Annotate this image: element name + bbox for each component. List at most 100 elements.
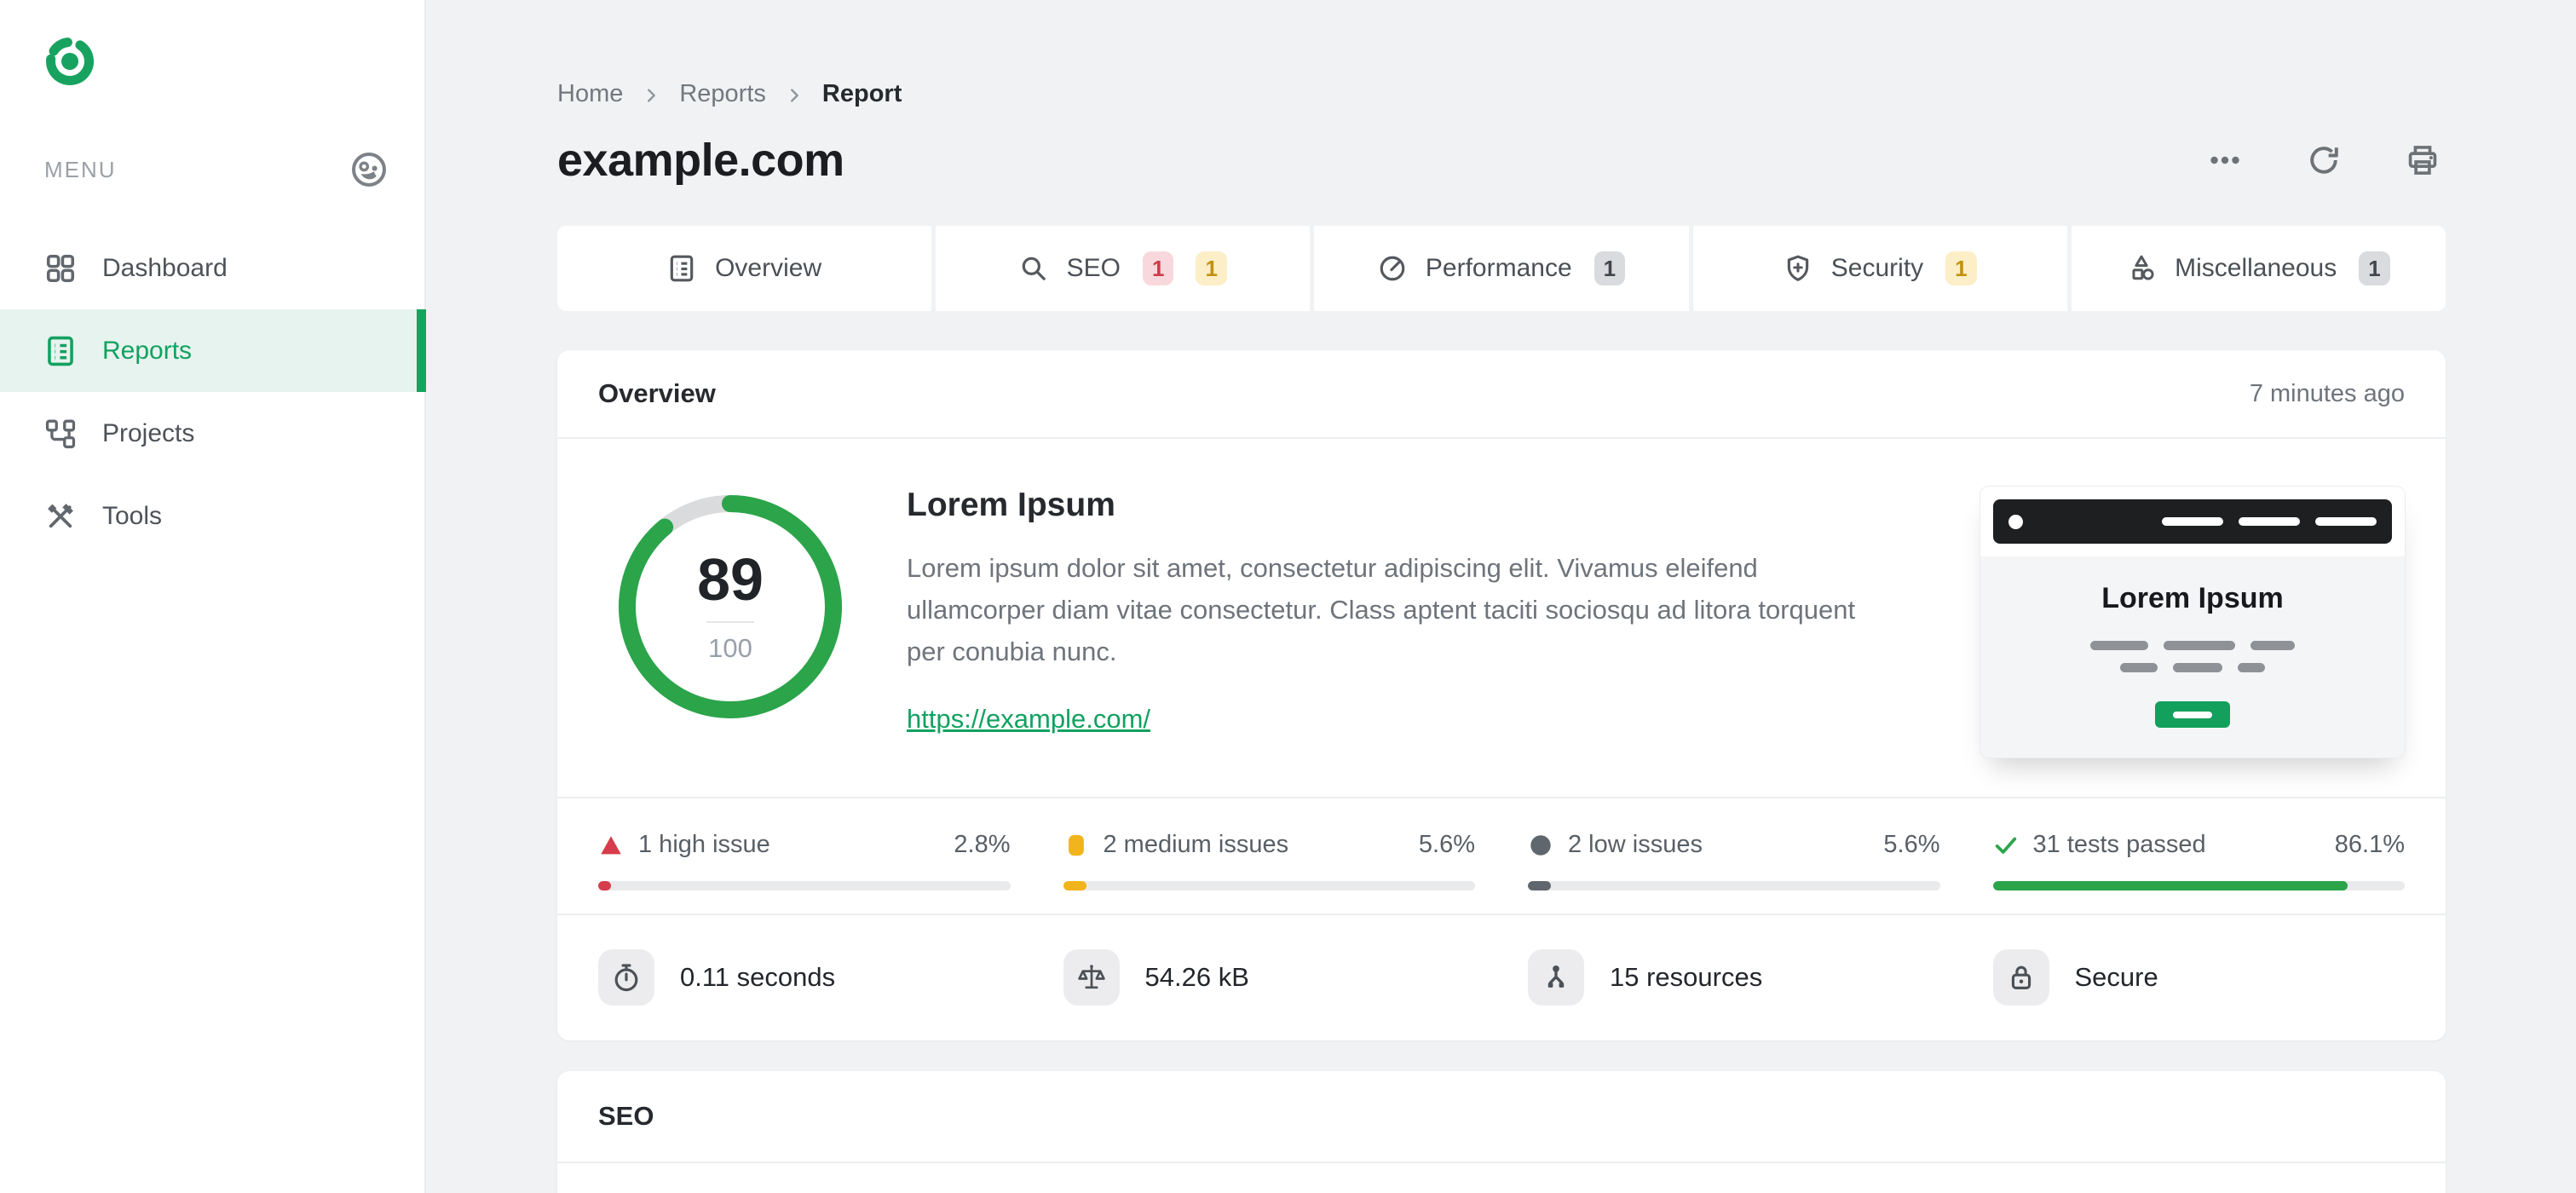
stat-label: 2 low issues (1568, 831, 1703, 858)
tab-overview[interactable]: Overview (557, 226, 932, 311)
tab-label: Overview (715, 254, 822, 282)
medium-issues-badge: 1 (1196, 251, 1227, 285)
stat-progress-fill (1528, 881, 1552, 890)
metric-load-time: 0.11 seconds (598, 949, 1011, 1006)
report-timestamp: 7 minutes ago (2249, 379, 2405, 407)
sidebar-toggle-button[interactable] (349, 150, 389, 189)
metric-resources: 15 resources (1528, 949, 1940, 1006)
score-total: 100 (708, 633, 752, 663)
stat-percent: 5.6% (1883, 831, 1940, 858)
page-title: example.com (557, 135, 844, 186)
passed-check-icon (1993, 833, 2019, 858)
stat-medium-issues: 2 medium issues 5.6% (1063, 831, 1475, 890)
stat-percent: 2.8% (954, 831, 1011, 858)
tab-miscellaneous[interactable]: Miscellaneous 1 (2071, 226, 2446, 311)
tab-seo[interactable]: SEO 1 1 (936, 226, 1311, 311)
metric-security: Secure (1992, 949, 2406, 1006)
tab-label: Miscellaneous (2175, 254, 2337, 282)
gauge-icon (1378, 254, 1407, 283)
sidebar: MENU Dashboard Reports Projects Tools (0, 0, 426, 1193)
print-button[interactable] (2400, 137, 2446, 183)
breadcrumb-home[interactable]: Home (557, 80, 623, 108)
report-tabs: Overview SEO 1 1 Performance 1 Security … (557, 226, 2446, 311)
stat-label: 31 tests passed (2032, 831, 2206, 858)
stat-tests-passed: 31 tests passed 86.1% (1992, 831, 2405, 890)
tools-icon (44, 500, 77, 533)
shield-icon (1784, 254, 1812, 283)
sidebar-item-projects[interactable]: Projects (0, 392, 424, 475)
more-icon (2207, 142, 2243, 178)
stat-progress-fill (1992, 881, 2348, 890)
projects-flow-icon (44, 418, 77, 450)
sidebar-item-label: Reports (102, 336, 193, 365)
stat-progress-fill (598, 881, 611, 890)
score-value: 89 (697, 546, 764, 613)
tab-label: SEO (1066, 254, 1121, 282)
site-heading: Lorem Ipsum (907, 487, 1115, 523)
stat-percent: 5.6% (1418, 831, 1475, 858)
low-issue-icon (1528, 833, 1553, 858)
high-issues-badge: 1 (1143, 251, 1174, 285)
overview-list-icon (667, 254, 696, 283)
reports-list-icon (44, 335, 77, 367)
thumbnail-logo-dot (2008, 514, 2023, 529)
thumbnail-text-row (1980, 663, 2405, 672)
thumbnail-browser-bar (1993, 499, 2392, 544)
score-divider (706, 621, 754, 623)
sidebar-item-dashboard[interactable]: Dashboard (0, 227, 424, 309)
overview-card-title: Overview (598, 378, 716, 408)
stat-label: 2 medium issues (1103, 831, 1289, 858)
sidebar-item-reports[interactable]: Reports (0, 309, 426, 392)
medium-issues-badge: 1 (1945, 251, 1977, 285)
print-icon (2405, 142, 2441, 178)
refresh-button[interactable] (2301, 137, 2347, 183)
resources-icon (1528, 949, 1584, 1006)
main-content: Home Reports Report example.com Overview… (428, 0, 2576, 1193)
site-url-link[interactable]: https://example.com/ (907, 704, 1150, 735)
breadcrumb-reports[interactable]: Reports (679, 80, 766, 108)
sidebar-item-label: Dashboard (102, 253, 228, 282)
thumbnail-cta-button (2155, 701, 2230, 728)
breadcrumb: Home Reports Report (557, 0, 2446, 108)
overview-card: Overview 7 minutes ago 89 100 Lorem Ipsu… (557, 350, 2446, 1040)
tab-label: Security (1830, 254, 1924, 282)
search-icon (1019, 254, 1048, 283)
sidebar-nav: Dashboard Reports Projects Tools (0, 227, 426, 557)
tab-label: Performance (1425, 254, 1572, 282)
metric-page-weight: 54.26 kB (1063, 949, 1476, 1006)
refresh-icon (2306, 142, 2342, 178)
sidebar-item-label: Tools (102, 501, 163, 530)
sidebar-item-tools[interactable]: Tools (0, 475, 424, 557)
site-description: Lorem ipsum dolor sit amet, consectetur … (907, 553, 1856, 666)
seo-section-card: SEO (557, 1071, 2446, 1193)
seo-section-title: SEO (598, 1101, 654, 1131)
metric-label: Secure (2074, 962, 2158, 992)
shapes-icon (2127, 254, 2156, 283)
stat-low-issues: 2 low issues 5.6% (1528, 831, 1940, 890)
stat-percent: 86.1% (2334, 831, 2405, 858)
face-toggle-icon (349, 150, 389, 189)
stopwatch-icon (598, 949, 654, 1006)
breadcrumb-current: Report (821, 80, 902, 107)
chevron-right-icon (785, 86, 804, 105)
app-logo-icon (43, 34, 424, 89)
stat-progress-fill (1063, 881, 1086, 890)
stat-high-issues: 1 high issue 2.8% (598, 831, 1011, 890)
tab-performance[interactable]: Performance 1 (1314, 226, 1689, 311)
more-actions-button[interactable] (2202, 137, 2248, 183)
issues-badge: 1 (1593, 251, 1626, 285)
thumbnail-nav-links (2162, 517, 2377, 526)
thumbnail-text-row (1980, 641, 2405, 650)
lock-icon (1992, 949, 2049, 1006)
thumbnail-page-title: Lorem Ipsum (2101, 582, 2284, 614)
medium-issue-icon (1063, 833, 1089, 858)
site-screenshot-thumbnail: Lorem Ipsum (1980, 487, 2405, 758)
metric-label: 54.26 kB (1144, 962, 1249, 992)
metric-label: 15 resources (1610, 962, 1763, 992)
metrics-row: 0.11 seconds 54.26 kB 15 resources Secur… (557, 913, 2446, 1040)
menu-section-label: MENU (44, 156, 117, 182)
high-issue-icon (598, 833, 624, 858)
tab-security[interactable]: Security 1 (1692, 226, 2067, 311)
dashboard-grid-icon (44, 252, 77, 285)
metric-label: 0.11 seconds (680, 962, 836, 992)
